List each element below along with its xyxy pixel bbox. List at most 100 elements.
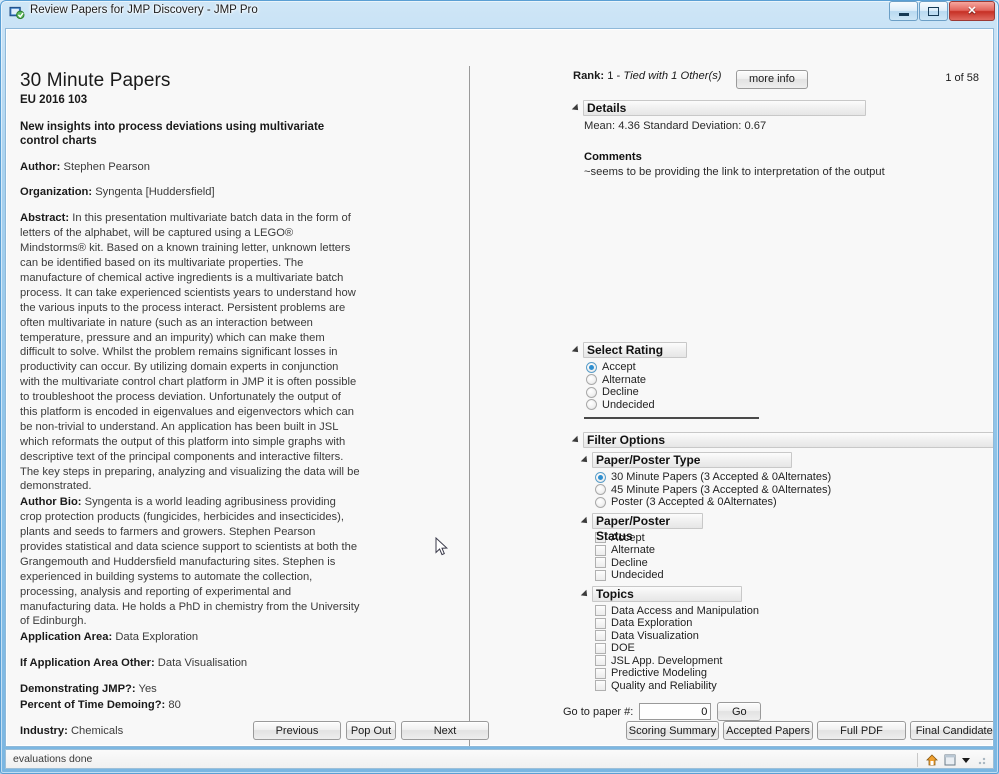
chevron-down-icon[interactable] bbox=[961, 755, 971, 765]
window-icon[interactable] bbox=[943, 753, 957, 767]
filter-options-header[interactable]: Filter Options bbox=[571, 432, 993, 448]
checkbox-data-visualization-icon[interactable] bbox=[595, 630, 606, 642]
title-bar[interactable]: Review Papers for JMP Discovery - JMP Pr… bbox=[0, 0, 999, 25]
abstract-value: In this presentation multivariate batch … bbox=[20, 212, 360, 493]
radio-accept-icon[interactable] bbox=[586, 361, 597, 373]
radio-row-decline[interactable]: Decline bbox=[586, 386, 991, 399]
radio-undecided-icon[interactable] bbox=[586, 399, 597, 411]
checkbox-data-access-icon[interactable] bbox=[595, 605, 606, 617]
checkbox-quality-reliability-icon[interactable] bbox=[595, 680, 606, 692]
accepted-papers-button[interactable]: Accepted Papers bbox=[723, 721, 813, 740]
checkbox-doe-label: DOE bbox=[611, 642, 635, 655]
checkbox-status-alternate-icon[interactable] bbox=[595, 544, 606, 556]
radio-poster-icon[interactable] bbox=[595, 496, 606, 508]
checkbox-data-exploration-label: Data Exploration bbox=[611, 617, 693, 630]
app-area-other-field: If Application Area Other: Data Visualis… bbox=[20, 656, 360, 671]
details-statistics: Mean: 4.36 Standard Deviation: 0.67 bbox=[584, 120, 767, 132]
demonstrating-jmp-value: Yes bbox=[138, 683, 157, 696]
application-area-value: Data Exploration bbox=[115, 631, 199, 644]
next-button[interactable]: Next bbox=[401, 721, 489, 740]
maximize-icon bbox=[928, 6, 939, 16]
status-bar-icons bbox=[917, 751, 987, 768]
radio-row-undecided[interactable]: Undecided bbox=[586, 399, 991, 412]
paper-type-header[interactable]: Paper/Poster Type bbox=[580, 452, 991, 468]
radio-decline-label: Decline bbox=[602, 386, 639, 399]
checkbox-row-doe[interactable]: DOE bbox=[595, 642, 991, 655]
disclosure-triangle-icon[interactable] bbox=[571, 345, 581, 355]
disclosure-triangle-icon[interactable] bbox=[580, 589, 590, 599]
radio-row-45-minute-papers[interactable]: 45 Minute Papers (3 Accepted & 0Alternat… bbox=[595, 484, 991, 497]
checkbox-row-data-exploration[interactable]: Data Exploration bbox=[595, 617, 991, 630]
close-button[interactable]: ✕ bbox=[949, 1, 995, 21]
checkbox-data-access-label: Data Access and Manipulation bbox=[611, 604, 759, 617]
app-area-other-value: Data Visualisation bbox=[157, 657, 248, 670]
pop-out-button[interactable]: Pop Out bbox=[346, 721, 396, 740]
author-value: Stephen Pearson bbox=[63, 160, 150, 173]
paper-title: New insights into process deviations usi… bbox=[20, 120, 325, 148]
disclosure-triangle-icon[interactable] bbox=[571, 103, 581, 113]
filter-options-section: Filter Options Paper/Poster Type 30 Minu… bbox=[571, 428, 993, 693]
resize-grip[interactable] bbox=[975, 753, 987, 766]
application-area-label: Application Area: bbox=[20, 631, 113, 644]
checkbox-row-jsl-app-development[interactable]: JSL App. Development bbox=[595, 655, 991, 668]
abstract-field: Abstract: In this presentation multivari… bbox=[20, 211, 360, 494]
paper-code: EU 2016 103 bbox=[20, 93, 88, 106]
checkbox-jsl-app-icon[interactable] bbox=[595, 655, 606, 667]
paper-type-label: Paper/Poster Type bbox=[592, 452, 792, 468]
checkbox-row-status-decline[interactable]: Decline bbox=[595, 557, 991, 570]
checkbox-predictive-modeling-icon[interactable] bbox=[595, 667, 606, 679]
radio-row-30-minute-papers[interactable]: 30 Minute Papers (3 Accepted & 0Alternat… bbox=[595, 471, 991, 484]
paper-status-header[interactable]: Paper/Poster Status bbox=[580, 512, 991, 543]
percent-demoing-label: Percent of Time Demoing?: bbox=[20, 698, 166, 711]
details-section-header[interactable]: Details bbox=[571, 100, 991, 116]
radio-alternate-icon[interactable] bbox=[586, 374, 597, 386]
pane-splitter[interactable] bbox=[469, 66, 470, 746]
rank-row: Rank: 1 - Tied with 1 Other(s) more info bbox=[573, 70, 991, 96]
radio-45-minute-papers-icon[interactable] bbox=[595, 484, 606, 496]
goto-paper-input[interactable] bbox=[639, 703, 712, 720]
radio-row-accept[interactable]: Accept bbox=[586, 361, 991, 374]
radio-30-minute-papers-icon[interactable] bbox=[595, 471, 606, 483]
checkbox-row-data-visualization[interactable]: Data Visualization bbox=[595, 630, 991, 643]
status-message: evaluations done bbox=[13, 753, 93, 765]
author-bio-field: Author Bio: Syngenta is a world leading … bbox=[20, 495, 360, 629]
paper-type-subsection: Paper/Poster Type 30 Minute Papers (3 Ac… bbox=[580, 452, 991, 509]
organization-label: Organization: bbox=[20, 186, 93, 199]
close-icon: ✕ bbox=[967, 4, 977, 17]
checkbox-data-exploration-icon[interactable] bbox=[595, 617, 606, 629]
checkbox-row-data-access-and-manipulation[interactable]: Data Access and Manipulation bbox=[595, 605, 991, 618]
disclosure-triangle-icon[interactable] bbox=[571, 435, 581, 445]
checkbox-quality-reliability-label: Quality and Reliability bbox=[611, 679, 717, 692]
scoring-summary-button[interactable]: Scoring Summary bbox=[626, 721, 719, 740]
radio-row-poster[interactable]: Poster (3 Accepted & 0Alternates) bbox=[595, 496, 991, 509]
go-button[interactable]: Go bbox=[717, 702, 762, 721]
maximize-button[interactable] bbox=[919, 1, 948, 21]
select-rating-section: Select Rating Accept Alternate Decline U… bbox=[571, 338, 991, 419]
topics-header[interactable]: Topics bbox=[580, 585, 991, 602]
more-info-button[interactable]: more info bbox=[736, 70, 808, 89]
demonstrating-jmp-label: Demonstrating JMP?: bbox=[20, 683, 136, 696]
checkbox-row-predictive-modeling[interactable]: Predictive Modeling bbox=[595, 667, 991, 680]
disclosure-triangle-icon[interactable] bbox=[580, 455, 590, 465]
disclosure-triangle-icon[interactable] bbox=[580, 516, 590, 526]
author-bio-label: Author Bio: bbox=[20, 496, 82, 509]
checkbox-row-status-accept[interactable]: Accept bbox=[595, 532, 991, 545]
application-window: Review Papers for JMP Discovery - JMP Pr… bbox=[0, 0, 999, 774]
checkbox-status-undecided-icon[interactable] bbox=[595, 569, 606, 581]
select-rating-header[interactable]: Select Rating bbox=[571, 342, 991, 358]
radio-decline-icon[interactable] bbox=[586, 386, 597, 398]
checkbox-doe-icon[interactable] bbox=[595, 642, 606, 654]
minimize-button[interactable] bbox=[889, 1, 918, 21]
abstract-label: Abstract: bbox=[20, 212, 70, 225]
previous-button[interactable]: Previous bbox=[253, 721, 341, 740]
radio-row-alternate[interactable]: Alternate bbox=[586, 374, 991, 387]
status-bar: evaluations done bbox=[5, 749, 994, 769]
checkbox-row-quality-and-reliability[interactable]: Quality and Reliability bbox=[595, 680, 991, 693]
checkbox-row-status-undecided[interactable]: Undecided bbox=[595, 569, 991, 582]
full-pdf-button[interactable]: Full PDF bbox=[817, 721, 906, 740]
home-icon[interactable] bbox=[925, 753, 939, 767]
checkbox-row-status-alternate[interactable]: Alternate bbox=[595, 544, 991, 557]
final-candidates-pdf-button[interactable]: Final Candidates PDF bbox=[910, 721, 993, 740]
checkbox-status-decline-icon[interactable] bbox=[595, 557, 606, 569]
paper-type-options: 30 Minute Papers (3 Accepted & 0Alternat… bbox=[595, 471, 991, 509]
